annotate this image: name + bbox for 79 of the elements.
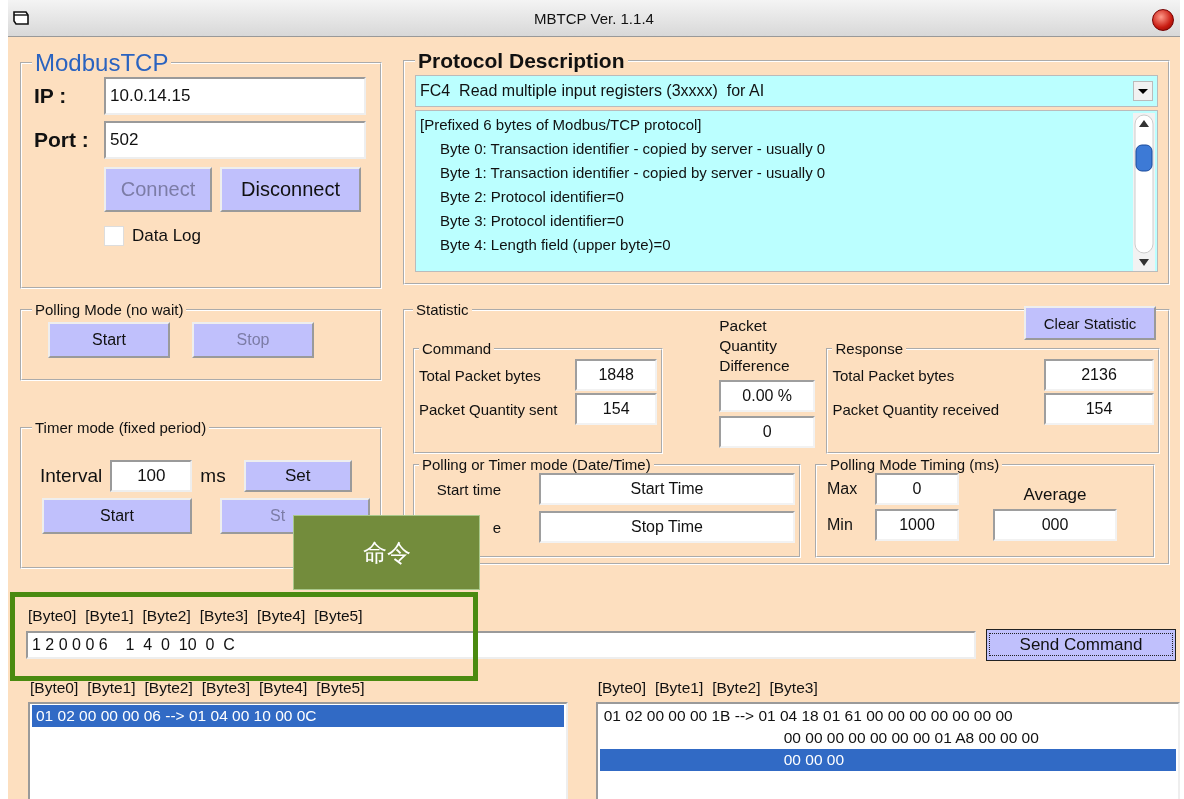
byte-label: [Byte5] (314, 607, 363, 625)
close-button[interactable] (1152, 9, 1174, 31)
field-label: IP : (33, 84, 68, 108)
timing-label: Min (827, 516, 854, 534)
byte-label: [Byte1] (85, 607, 134, 625)
interval-label: Interval (40, 465, 103, 487)
list-item[interactable]: 01 02 00 00 00 1B --> 01 04 18 01 61 00 00 00 00 00 00 00 (599, 705, 1176, 727)
byte-label: [Byte3] (199, 607, 248, 625)
interval-field[interactable]: 100 (110, 460, 193, 492)
field-label: Port : (33, 128, 90, 152)
group-title: Polling or Timer mode (Date/Time) (421, 456, 652, 473)
list-item[interactable]: 01 02 00 00 00 06 --> 01 04 00 10 00 0C (32, 705, 564, 727)
checkbox[interactable] (104, 226, 124, 246)
clear-statistic-button[interactable]: Clear Statistic (1024, 306, 1156, 340)
set-button[interactable]: Set (243, 460, 352, 492)
list-item[interactable]: 00 00 00 (599, 749, 1176, 771)
description-line: Byte 4: Length field (upper byte)=0 (439, 235, 672, 255)
byte-label: [Byte0] (30, 679, 79, 697)
stat-label: Total Packet bytes (832, 366, 955, 384)
list-item[interactable]: 00 00 00 00 00 00 00 01 A8 00 00 00 (599, 727, 1176, 749)
byte-label: [Byte2] (712, 679, 761, 697)
byte-label: [Byte4] (259, 679, 308, 697)
timing-value: 1000 (875, 509, 959, 541)
description-line: Byte 2: Protocol identifier=0 (439, 187, 625, 207)
byte-label: [Byte3] (769, 679, 818, 697)
group-title: Polling Mode (no wait) (34, 301, 185, 318)
description-line: Byte 1: Transaction identifier - copied by server - usually 0 (439, 163, 826, 183)
stat-label: Total Packet bytes (419, 366, 541, 384)
stat-value: 154 (575, 393, 658, 425)
stat-value: 2136 (1044, 359, 1154, 391)
window-icon (12, 10, 30, 26)
byte-label: [Byte2] (144, 679, 193, 697)
timing-label: Average (1022, 485, 1088, 505)
group-title: ModbusTCP (34, 49, 170, 77)
start-button[interactable]: Start (48, 322, 170, 358)
scrollbar-drawing[interactable] (1133, 113, 1155, 271)
time-label: Start time (435, 480, 501, 498)
group-title: Response (834, 340, 904, 357)
port-field[interactable]: 502 (104, 121, 366, 159)
time-value: Start Time (539, 473, 795, 505)
byte-label: [Byte0] (28, 607, 77, 625)
byte-label: [Byte5] (316, 679, 365, 697)
byte-label: [Byte4] (257, 607, 306, 625)
unit-label: ms (200, 465, 226, 487)
byte-label: [Byte3] (201, 679, 250, 697)
annotation-tooltip: 命令 (293, 515, 480, 590)
stat-value: 0.00 % (719, 380, 816, 412)
checkbox-label: Data Log (132, 226, 201, 246)
window-title: MBTCP Ver. 1.1.4 (534, 9, 654, 27)
description-line: Byte 3: Protocol identifier=0 (439, 211, 625, 231)
group-title: Command (421, 340, 493, 357)
group-title: Protocol Description (417, 49, 626, 73)
function-dropdown[interactable]: FC4 Read multiple input registers (3xxxx) for AI (415, 75, 1158, 107)
byte-label: [Byte1] (87, 679, 136, 697)
description-line: Byte 0: Transaction identifier - copied by server - usually 0 (439, 139, 826, 159)
byte-label: [Byte0] (597, 679, 646, 697)
stat-value: 154 (1044, 393, 1154, 425)
caret-icon (1133, 81, 1153, 101)
group-title: Timer mode (fixed period) (34, 419, 208, 436)
timing-value: 0 (875, 473, 959, 505)
timing-label: Max (827, 480, 859, 498)
group-title: Statistic (415, 301, 470, 318)
disconnect-button[interactable]: Disconnect (220, 167, 361, 212)
time-value: Stop Time (539, 511, 795, 543)
stat-label: Packet Quantity sent (419, 400, 558, 418)
ip-field[interactable]: 10.0.14.15 (104, 77, 366, 115)
stat-value: 1848 (575, 359, 658, 391)
stat-label: Packet Quantity received (832, 400, 1000, 418)
byte-label: [Byte1] (654, 679, 704, 697)
group-title: Polling Mode Timing (ms) (829, 456, 1001, 473)
time-label: e (491, 518, 501, 536)
start-button[interactable]: Start (42, 498, 192, 534)
command-field[interactable]: 1 2 0 0 0 6 1 4 0 10 0 C (26, 631, 976, 659)
stat-value: 0 (719, 416, 816, 448)
byte-label: [Byte2] (142, 607, 191, 625)
description-line: [Prefixed 6 bytes of Modbus/TCP protocol] (420, 115, 703, 135)
send-command-button[interactable]: Send Command (986, 629, 1176, 661)
timing-value: 000 (993, 509, 1117, 541)
difference-title: Packet Quantity Difference (719, 316, 791, 376)
